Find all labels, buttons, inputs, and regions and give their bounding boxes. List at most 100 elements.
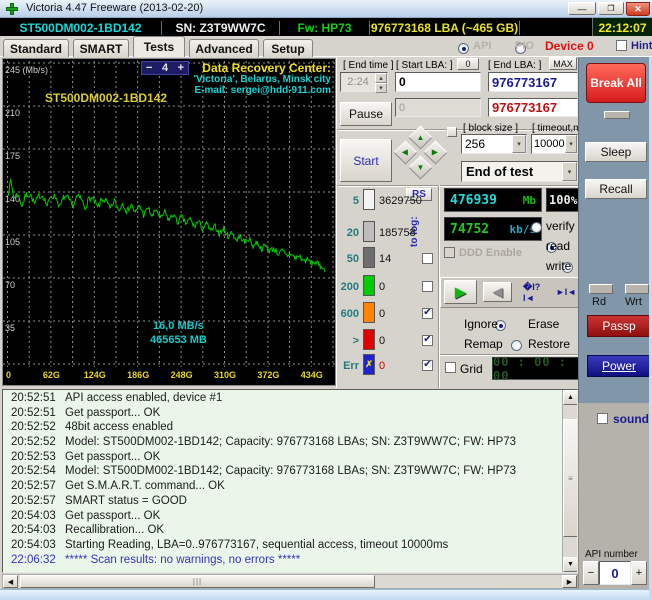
verify-radio[interactable] (531, 222, 542, 233)
tab-tests[interactable]: Tests (133, 36, 185, 57)
break-all-button[interactable]: Break All (586, 63, 646, 103)
timeout-dropdown-icon[interactable]: ▾ (565, 135, 577, 153)
end-time-down-arrow[interactable]: ▾ (375, 83, 387, 93)
api-radio[interactable] (458, 43, 469, 54)
histogram-bin-block (363, 221, 375, 242)
log-message: SMART status = GOOD (65, 494, 187, 507)
tab-smart[interactable]: SMART (73, 39, 129, 57)
start-lba-input[interactable]: 0 (395, 72, 481, 92)
scroll-right-button[interactable]: ▶ (562, 575, 577, 588)
nav-down-button[interactable]: ▼ (408, 155, 433, 180)
seek-end-button[interactable]: ►I◄ (555, 284, 577, 300)
indicator-pill (604, 111, 630, 119)
read-radio-label: read (546, 239, 571, 253)
ddd-enable-checkbox[interactable] (444, 247, 455, 258)
sound-checkbox[interactable] (597, 413, 608, 424)
scroll-up-button[interactable]: ▲ (563, 390, 577, 405)
axis-tick-label: 105 (5, 237, 20, 247)
timeout-combo[interactable]: 10000 ▾ (531, 134, 578, 154)
axis-tick-label: 310G (214, 370, 236, 380)
remap-radio[interactable] (510, 340, 522, 351)
zoom-minus-button[interactable]: − (146, 62, 152, 74)
nav-option-box[interactable] (447, 127, 457, 137)
axis-tick-label: 434G (301, 370, 323, 380)
nav-right-button[interactable]: ▶ (423, 140, 448, 165)
recall-button[interactable]: Recall (585, 179, 647, 199)
grid-checkbox[interactable] (445, 362, 456, 373)
histogram-log-checkbox[interactable] (422, 253, 433, 264)
end-action-value: End of test (466, 164, 534, 179)
end-time-spinner[interactable]: 2:24 ▴ ▾ (340, 72, 388, 93)
write-radio-label: write (546, 259, 572, 273)
hints-checkbox[interactable] (616, 40, 627, 51)
log-message: Recallibration... OK (65, 524, 165, 537)
power-button[interactable]: Power (587, 355, 651, 377)
restore-button[interactable]: ❐ (598, 2, 624, 15)
reverse-button[interactable]: ◀ (483, 282, 512, 302)
log-timestamp: 20:54:03 (11, 538, 56, 551)
close-button[interactable]: ✕ (626, 2, 650, 16)
h-scroll-thumb[interactable]: ||| (20, 575, 375, 588)
axis-tick-label: 245 (Mb/s) (5, 65, 48, 75)
histogram-log-checkbox[interactable] (422, 308, 433, 319)
hints-label: Hints (631, 40, 652, 52)
histogram-log-checkbox[interactable] (422, 281, 433, 292)
log-horizontal-scrollbar[interactable]: ◀ ||| ▶ (2, 574, 578, 589)
pause-button[interactable]: Pause (340, 102, 392, 126)
end-lba-label: [ End LBA: ] (488, 60, 542, 71)
api-number-plus-button[interactable]: + (631, 561, 647, 585)
end-time-up-arrow[interactable]: ▴ (375, 73, 387, 83)
drive-model[interactable]: ST500DM002-1BD142 (0, 20, 162, 35)
start-lba-zero-button[interactable]: 0 (457, 58, 479, 70)
axis-tick-label: 372G (257, 370, 279, 380)
play-button[interactable]: ▶ (444, 280, 477, 304)
log-timestamp: 20:54:03 (11, 509, 56, 522)
start-button[interactable]: Start (340, 139, 392, 182)
api-number-minus-button[interactable]: − (583, 561, 599, 585)
v-scroll-thumb[interactable]: ≡ (563, 419, 577, 537)
histogram-log-checkbox[interactable] (422, 360, 433, 371)
log-row: 20:54:03 Recallibration... OK (3, 524, 561, 539)
end-action-combo[interactable]: End of test ▾ (461, 161, 578, 182)
test-control-panel: [ End time ] 2:24 ▴ ▾ Pause Start [ Star… (336, 57, 617, 388)
log-vertical-scrollbar[interactable]: ▲ ≡ ▼ (562, 390, 577, 572)
log-timestamp: 20:52:54 (11, 465, 56, 478)
scroll-left-button[interactable]: ◀ (3, 575, 18, 588)
histogram-bin-value: 0 (379, 281, 386, 293)
tab-advanced[interactable]: Advanced (189, 39, 259, 57)
api-number-spinner[interactable]: − 0 + (583, 561, 647, 585)
log-row: 20:54:03 Get passport... OK (3, 510, 561, 525)
drive-firmware: Fw: HP73 (280, 20, 370, 35)
erase-radio-label: Erase (528, 317, 560, 331)
current-lba-value: 0 (399, 101, 406, 114)
axis-tick-label: 186G (127, 370, 149, 380)
axis-tick-label: 248G (171, 370, 193, 380)
scroll-down-button[interactable]: ▼ (563, 557, 577, 572)
log-message: Get passport... OK (65, 509, 161, 522)
end-lba-input[interactable]: 976773167 (488, 72, 578, 92)
tab-standard[interactable]: Standard (3, 39, 69, 57)
current-speed-overlay: 16,0 MB/s (153, 320, 204, 332)
log-message: Get S.M.A.R.T. command... OK (65, 480, 225, 493)
block-size-label: [ block size ] (463, 123, 519, 134)
banner-city: 'Victoria', Belarus, Minsk city (193, 74, 331, 85)
end-action-dropdown-icon[interactable]: ▾ (562, 162, 577, 181)
histogram-log-checkbox[interactable] (422, 335, 433, 346)
log-timestamp: 20:52:57 (11, 494, 56, 507)
axis-tick-label: 35 (5, 323, 15, 333)
zoom-plus-button[interactable]: + (178, 62, 184, 74)
tab-setup[interactable]: Setup (263, 39, 313, 57)
seek-question-button[interactable]: �I?I◄ (523, 282, 549, 303)
passp-button[interactable]: Passp (587, 315, 651, 337)
block-size-dropdown-icon[interactable]: ▾ (512, 135, 526, 153)
max-button[interactable]: MAX (549, 57, 577, 70)
banner-email: E-mail: sergei@hdd-911.com (194, 85, 331, 96)
minimize-button[interactable]: — (568, 2, 596, 15)
app-icon (6, 3, 18, 15)
sleep-button[interactable]: Sleep (585, 142, 647, 162)
block-size-combo[interactable]: 256 ▾ (461, 134, 527, 154)
graph-zoom-control[interactable]: − 4 + (141, 61, 189, 75)
side-bottom-panel: sound API number − 0 + (578, 403, 649, 589)
speed-value: 74752 (450, 221, 490, 237)
histogram-bin-value: 0 (379, 360, 386, 372)
